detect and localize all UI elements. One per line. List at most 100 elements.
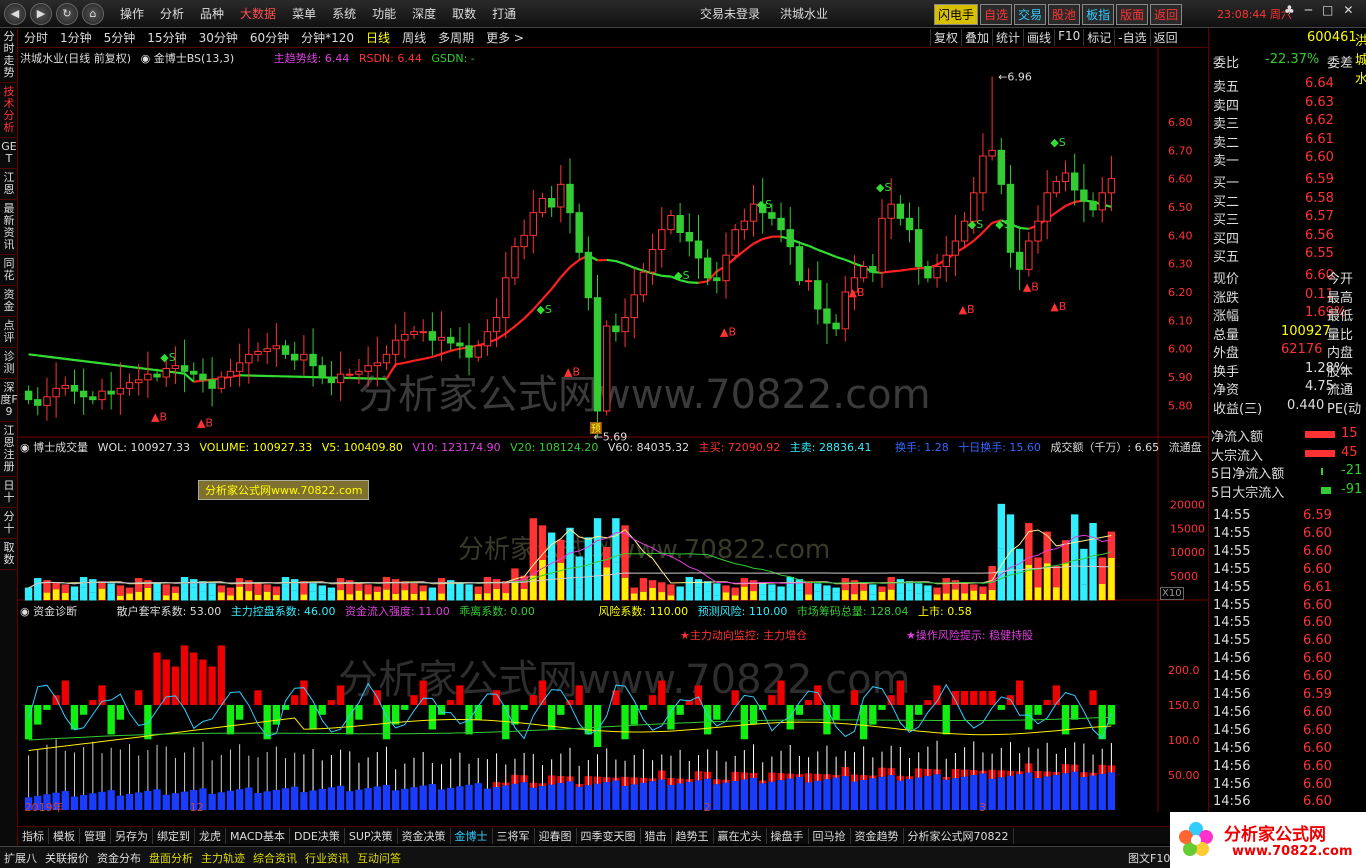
fund-bar[interactable] xyxy=(43,705,51,710)
candle-body[interactable] xyxy=(694,240,703,259)
status-item-3[interactable]: 盘面分析 xyxy=(145,850,197,866)
fund-bar[interactable] xyxy=(575,685,583,705)
candle-body[interactable] xyxy=(740,220,749,231)
ask-row-3[interactable]: 卖二 6.61 xyxy=(1209,132,1366,151)
left-nav-item-13[interactable]: 取数 xyxy=(0,539,18,570)
candle-body[interactable] xyxy=(602,325,611,412)
period-8[interactable]: 周线 xyxy=(396,29,432,46)
candle-body[interactable] xyxy=(795,246,804,282)
candle-body[interactable] xyxy=(355,370,363,375)
candle-body[interactable] xyxy=(34,399,42,406)
fund-bar[interactable] xyxy=(639,705,648,710)
chart-area[interactable]: 分析家公式网www.70822.com 分析家公式网www.70822.com 分析… xyxy=(18,48,1208,812)
status-item-4[interactable]: 主力轨迹 xyxy=(197,850,249,866)
fund-bar[interactable] xyxy=(107,705,115,735)
stat-row-6[interactable]: 净资 4.75 流通 xyxy=(1209,379,1366,398)
indicator-tab-10[interactable]: 金博士 xyxy=(451,827,493,844)
fund-bar[interactable] xyxy=(850,690,859,705)
fund-bar[interactable] xyxy=(924,700,932,705)
candle-body[interactable] xyxy=(988,149,996,157)
indicator-tab-20[interactable]: 分析家公式网70822 xyxy=(904,827,1014,844)
candle-body[interactable] xyxy=(1025,240,1033,270)
candle-body[interactable] xyxy=(896,203,905,219)
fund-bar[interactable] xyxy=(226,705,235,735)
bid-row-1[interactable]: 买二 6.58 xyxy=(1209,191,1366,210)
left-nav-item-10[interactable]: 江恩注册 xyxy=(0,422,18,477)
bid-row-0[interactable]: 买一 6.59 xyxy=(1209,172,1366,191)
candle-body[interactable] xyxy=(905,217,914,231)
candle-body[interactable] xyxy=(1043,192,1051,222)
fund-bar[interactable] xyxy=(915,705,923,715)
indicator-tab-2[interactable]: 管理 xyxy=(80,827,111,844)
candle-body[interactable] xyxy=(437,336,446,341)
fund-bar[interactable] xyxy=(814,685,822,705)
weibi-row[interactable]: 委比 -22.37% 委差 xyxy=(1209,52,1366,71)
candle-body[interactable] xyxy=(575,212,583,253)
menu-item-2[interactable]: 品种 xyxy=(192,5,232,22)
stat-row-1[interactable]: 涨跌 0.11 最高 xyxy=(1209,287,1366,306)
left-nav-item-3[interactable]: 江恩 xyxy=(0,169,18,200)
fund-bar[interactable] xyxy=(116,705,125,720)
fund-bar[interactable] xyxy=(135,690,143,705)
candle-body[interactable] xyxy=(924,266,932,279)
quick-button-4[interactable]: 板指 xyxy=(1082,4,1115,25)
fund-bar[interactable] xyxy=(410,695,418,705)
fund-bar[interactable] xyxy=(309,705,317,730)
indicator-tab-5[interactable]: 龙虎 xyxy=(195,827,226,844)
status-item-5[interactable]: 综合资讯 xyxy=(249,850,301,866)
candle-body[interactable] xyxy=(318,365,326,378)
period-6[interactable]: 分钟*120 xyxy=(295,29,360,46)
candle-body[interactable] xyxy=(226,370,235,378)
x10-label[interactable]: X10 xyxy=(1160,587,1184,600)
fund-bar[interactable] xyxy=(749,705,758,725)
candle-body[interactable] xyxy=(970,192,978,222)
status-item-0[interactable]: 扩展八 xyxy=(0,850,41,866)
indicator-tab-15[interactable]: 趋势王 xyxy=(672,827,714,844)
fund-bar[interactable] xyxy=(401,705,409,710)
candle-body[interactable] xyxy=(731,229,739,256)
indicator-tab-13[interactable]: 四季变天图 xyxy=(577,827,641,844)
fund-bar[interactable] xyxy=(1071,705,1079,720)
fund-bar[interactable] xyxy=(318,705,326,715)
candle-body[interactable] xyxy=(309,353,317,367)
candle-body[interactable] xyxy=(364,365,372,372)
candle-body[interactable] xyxy=(933,266,941,279)
chart-tool-0[interactable]: 复权 xyxy=(930,29,961,46)
fund-bar[interactable] xyxy=(355,705,363,720)
fund-bar[interactable] xyxy=(190,652,198,706)
fund-bar[interactable] xyxy=(648,695,657,705)
indicator-tab-19[interactable]: 资金趋势 xyxy=(851,827,904,844)
candle-body[interactable] xyxy=(1061,172,1070,182)
home-icon[interactable]: ⌂ xyxy=(82,2,104,25)
candle-body[interactable] xyxy=(401,334,409,341)
candle-body[interactable] xyxy=(502,277,510,318)
fund-bar[interactable] xyxy=(520,705,528,710)
flow-row-1[interactable]: 大宗流入 45 xyxy=(1209,445,1366,464)
chart-tool-2[interactable]: 统计 xyxy=(992,29,1023,46)
candle-body[interactable] xyxy=(914,229,923,268)
candle-body[interactable] xyxy=(511,246,519,279)
maximize-icon[interactable]: □ xyxy=(1322,3,1333,17)
candle-body[interactable] xyxy=(1107,178,1116,194)
settings-icon[interactable]: ♣ xyxy=(1284,3,1295,17)
candle-body[interactable] xyxy=(180,365,189,372)
candle-body[interactable] xyxy=(804,280,813,283)
candle-body[interactable] xyxy=(199,373,207,381)
candle-body[interactable] xyxy=(648,249,657,273)
fund-bar[interactable] xyxy=(731,690,739,705)
fund-bar[interactable] xyxy=(428,705,437,730)
chart-tool-4[interactable]: F10 xyxy=(1054,29,1083,46)
left-nav-item-8[interactable]: 诊测 xyxy=(0,348,18,379)
candle-body[interactable] xyxy=(419,331,427,334)
candle-body[interactable] xyxy=(538,198,547,214)
candle-body[interactable] xyxy=(483,331,492,347)
quick-button-1[interactable]: 自选 xyxy=(980,4,1013,25)
fund-pane-title[interactable]: ◉ 资金诊断 xyxy=(20,605,77,618)
candle-body[interactable] xyxy=(630,294,638,318)
candle-body[interactable] xyxy=(98,390,106,401)
chart-tool-3[interactable]: 画线 xyxy=(1023,29,1054,46)
candle-body[interactable] xyxy=(1080,189,1088,202)
stat-row-7[interactable]: 收益(三) 0.440 PE(动 xyxy=(1209,398,1366,417)
candle-body[interactable] xyxy=(593,297,602,412)
fund-bar[interactable] xyxy=(1098,705,1106,740)
